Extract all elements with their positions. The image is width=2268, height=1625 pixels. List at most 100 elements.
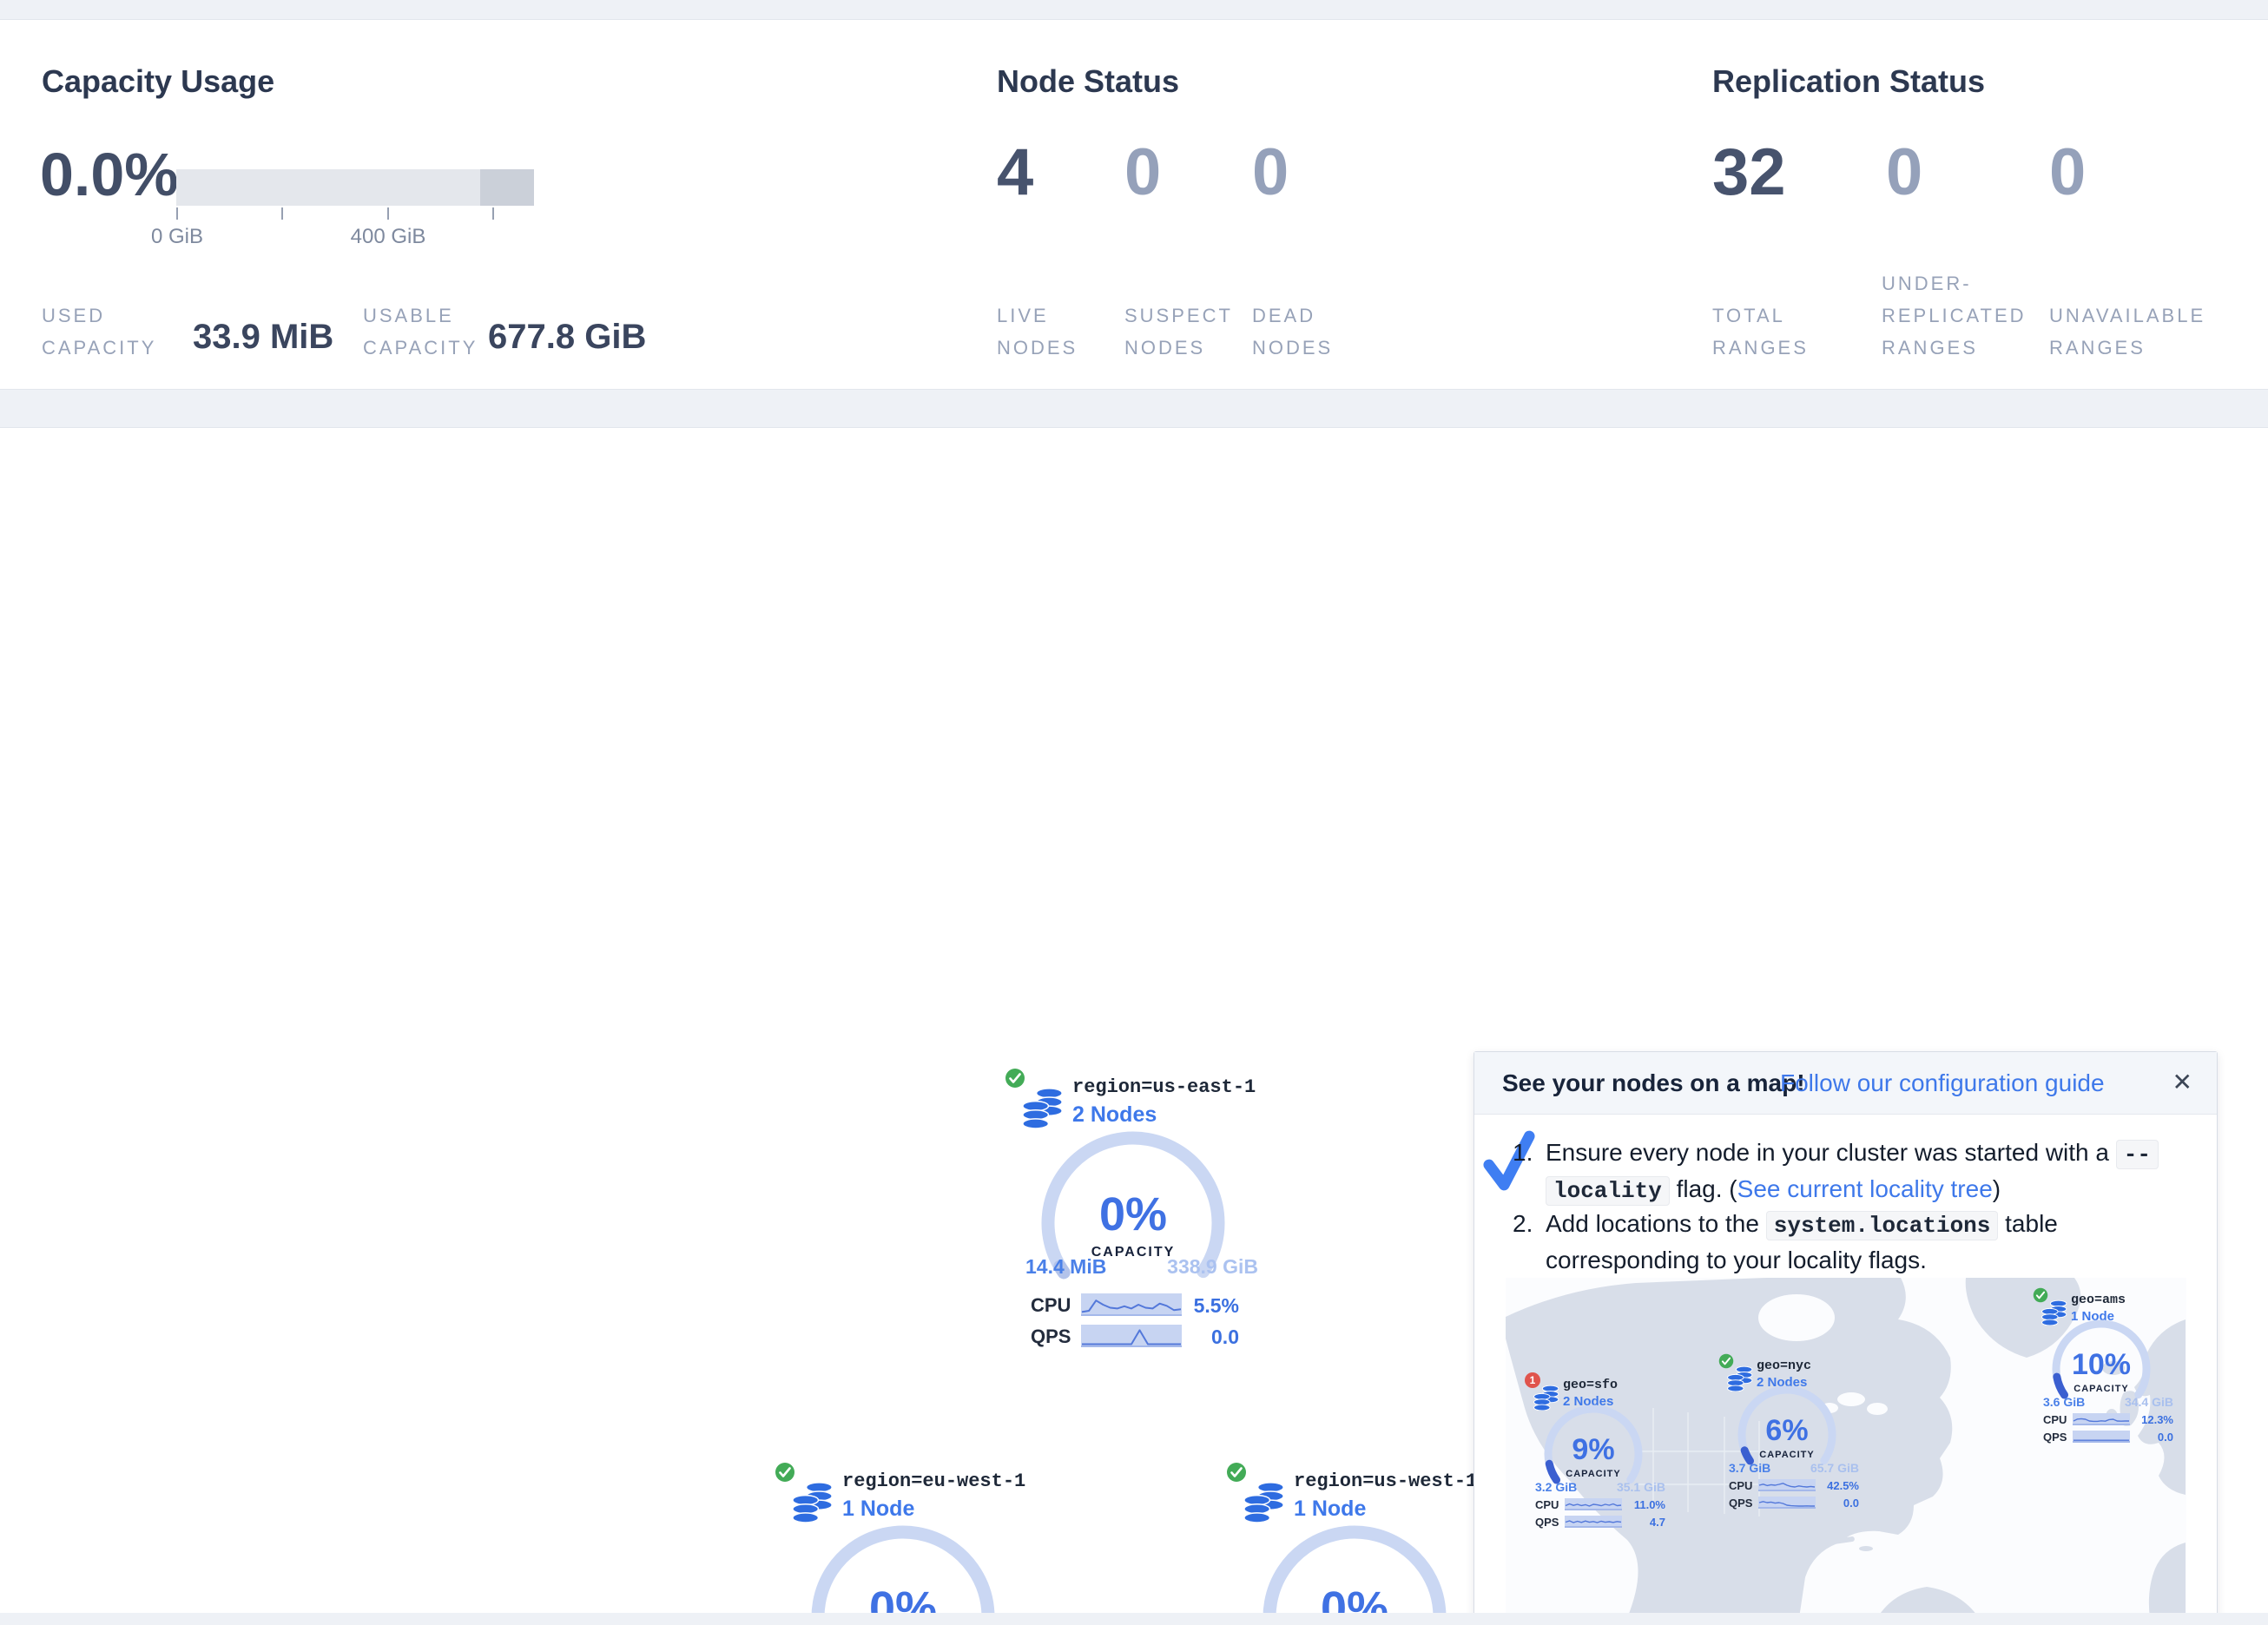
example-node-map: 1 geo=sfo 2 Nodes 9% CAPACITY 3.2 GiB 35… xyxy=(1506,1278,2186,1618)
step-text: Ensure every node in your cluster was st… xyxy=(1546,1139,2116,1166)
caribbean-island xyxy=(1859,1546,1873,1551)
region-card-us-east-1[interactable]: region=us-east-1 2 Nodes 0% CAPACITY 14.… xyxy=(1003,1066,1263,1365)
capacity-usage-title: Capacity Usage xyxy=(42,63,274,100)
qps-row: QPS 0.0 xyxy=(1718,1496,1864,1510)
qps-sparkline xyxy=(2073,1431,2130,1443)
locality-tree-link[interactable]: See current locality tree xyxy=(1737,1175,1993,1202)
used-capacity-value: 33.9 MiB xyxy=(193,318,333,357)
capacity-values: 14.4 MiB 338.9 GiB xyxy=(1003,1255,1263,1281)
axis-tick xyxy=(492,207,494,220)
page-footer-strip xyxy=(0,1613,2268,1625)
healthy-check-icon xyxy=(1005,1068,1025,1089)
total-value: 35.1 GiB xyxy=(1617,1480,1665,1494)
axis-tick-label: 400 GiB xyxy=(351,225,426,249)
cpu-label: CPU xyxy=(1031,1294,1071,1317)
qps-row: QPS 4.7 xyxy=(1525,1515,1671,1530)
geo-name: geo=sfo xyxy=(1563,1378,1618,1392)
node-map-setup-popup: See your nodes on a map! Follow our conf… xyxy=(1474,1051,2218,1625)
capacity-word: CAPACITY xyxy=(2048,1384,2154,1394)
code-chip: locality xyxy=(1546,1176,1670,1206)
node-map-canvas: region=us-east-1 2 Nodes 0% CAPACITY 14.… xyxy=(0,502,2268,1614)
under-replicated-ranges-label: UNDER- REPLICATED RANGES xyxy=(1882,267,2027,364)
cpu-label: CPU xyxy=(2043,1413,2067,1426)
cluster-overview-page: Capacity Usage 0.0% 0 GiB 400 GiB USED C… xyxy=(0,0,2268,1625)
step-text: flag. ( xyxy=(1670,1175,1737,1202)
axis-tick xyxy=(176,207,178,220)
used-capacity-label: USED CAPACITY xyxy=(42,299,156,364)
healthy-check-icon xyxy=(1226,1462,1247,1483)
close-icon[interactable]: ✕ xyxy=(2172,1068,2192,1096)
capacity-percent: 0% xyxy=(1035,1188,1231,1241)
popup-title: See your nodes on a map! xyxy=(1502,1069,1805,1097)
capacity-percent: 9% xyxy=(1540,1433,1646,1467)
qps-value: 4.7 xyxy=(1650,1516,1665,1529)
step-text: Add locations to the xyxy=(1546,1210,1766,1237)
cpu-value: 42.5% xyxy=(1827,1479,1859,1492)
used-value: 14.4 MiB xyxy=(1025,1255,1106,1279)
qps-value: 0.0 xyxy=(1211,1326,1239,1349)
axis-tick xyxy=(281,207,283,220)
popup-header: See your nodes on a map! Follow our conf… xyxy=(1474,1052,2217,1115)
region-card-eu-west-1[interactable]: region=eu-west-1 1 Node 0% CAPACITY 9.9 … xyxy=(773,1460,1033,1625)
unavailable-ranges-label: UNAVAILABLE RANGES xyxy=(2049,299,2205,364)
capacity-usage-bar xyxy=(176,169,534,206)
geo-card-sfo[interactable]: 1 geo=sfo 2 Nodes 9% CAPACITY 3.2 GiB 35… xyxy=(1525,1372,1671,1537)
capacity-reserved-segment xyxy=(480,169,534,206)
qps-label: QPS xyxy=(2043,1431,2067,1444)
qps-sparkline xyxy=(1081,1325,1182,1347)
qps-label: QPS xyxy=(1535,1516,1559,1529)
region-nodes-link[interactable]: 2 Nodes xyxy=(1072,1102,1157,1128)
usable-capacity-value: 677.8 GiB xyxy=(488,318,646,357)
cluster-summary-panel: Capacity Usage 0.0% 0 GiB 400 GiB USED C… xyxy=(0,19,2268,390)
cpu-row: CPU 11.0% xyxy=(1525,1497,1671,1512)
capacity-gauge: 0% CAPACITY xyxy=(805,1519,1001,1625)
node-status-title: Node Status xyxy=(997,63,1179,100)
used-value: 3.7 GiB xyxy=(1729,1461,1770,1475)
cpu-label: CPU xyxy=(1729,1479,1752,1492)
cpu-value: 12.3% xyxy=(2141,1413,2173,1426)
geo-name: geo=nyc xyxy=(1757,1359,1811,1373)
geo-card-ams[interactable]: geo=ams 1 Node 10% CAPACITY 3.6 GiB 34.4… xyxy=(2033,1287,2179,1452)
used-value: 3.2 GiB xyxy=(1535,1480,1577,1494)
qps-value: 0.0 xyxy=(1843,1497,1859,1510)
geo-name: geo=ams xyxy=(2071,1293,2126,1307)
axis-tick-label: 0 GiB xyxy=(151,225,203,249)
geo-card-nyc[interactable]: geo=nyc 2 Nodes 6% CAPACITY 3.7 GiB 65.7… xyxy=(1718,1353,1864,1518)
dead-nodes-count: 0 xyxy=(1252,135,1289,210)
step-text: ) xyxy=(1993,1175,2001,1202)
qps-row: QPS 0.0 xyxy=(1003,1325,1263,1349)
suspect-nodes-label: SUSPECT NODES xyxy=(1124,299,1233,364)
qps-row: QPS 0.0 xyxy=(2033,1430,2179,1444)
dead-nodes-label: DEAD NODES xyxy=(1252,299,1333,364)
capacity-values: 3.2 GiB 35.1 GiB xyxy=(1525,1480,1671,1496)
setup-step-1: 1. Ensure every node in your cluster was … xyxy=(1513,1135,2190,1208)
cpu-sparkline xyxy=(1565,1498,1622,1510)
qps-label: QPS xyxy=(1729,1497,1752,1510)
cpu-label: CPU xyxy=(1535,1498,1559,1511)
capacity-gauge: 0% CAPACITY xyxy=(1256,1519,1453,1625)
total-ranges-label: TOTAL RANGES xyxy=(1712,299,1809,364)
configuration-guide-link[interactable]: Follow our configuration guide xyxy=(1780,1069,2105,1097)
cpu-sparkline xyxy=(1081,1293,1182,1316)
region-nodes-link[interactable]: 1 Node xyxy=(842,1497,914,1522)
qps-sparkline xyxy=(1565,1516,1622,1528)
cpu-row: CPU 5.5% xyxy=(1003,1293,1263,1318)
capacity-values: 3.6 GiB 34.4 GiB xyxy=(2033,1395,2179,1411)
qps-label: QPS xyxy=(1031,1326,1071,1348)
region-name: region=us-east-1 xyxy=(1072,1076,1256,1098)
cpu-row: CPU 42.5% xyxy=(1718,1478,1864,1493)
axis-tick xyxy=(387,207,389,220)
region-nodes-link[interactable]: 1 Node xyxy=(1294,1497,1366,1522)
cpu-sparkline xyxy=(1758,1479,1816,1491)
cpu-value: 5.5% xyxy=(1194,1294,1239,1318)
capacity-percent: 6% xyxy=(1734,1414,1840,1448)
capacity-used-percent: 0.0% xyxy=(40,140,179,209)
region-name: region=us-west-1 xyxy=(1294,1470,1477,1492)
region-card-us-west-1[interactable]: region=us-west-1 1 Node 0% CAPACITY 9.6 … xyxy=(1224,1460,1485,1625)
unavailable-ranges-count: 0 xyxy=(2049,135,2086,210)
database-nodes-icon xyxy=(792,1481,834,1523)
live-nodes-count: 4 xyxy=(997,135,1033,210)
step-number: 1. xyxy=(1513,1135,1533,1169)
cpu-sparkline xyxy=(2073,1413,2130,1425)
suspect-nodes-count: 0 xyxy=(1124,135,1161,210)
